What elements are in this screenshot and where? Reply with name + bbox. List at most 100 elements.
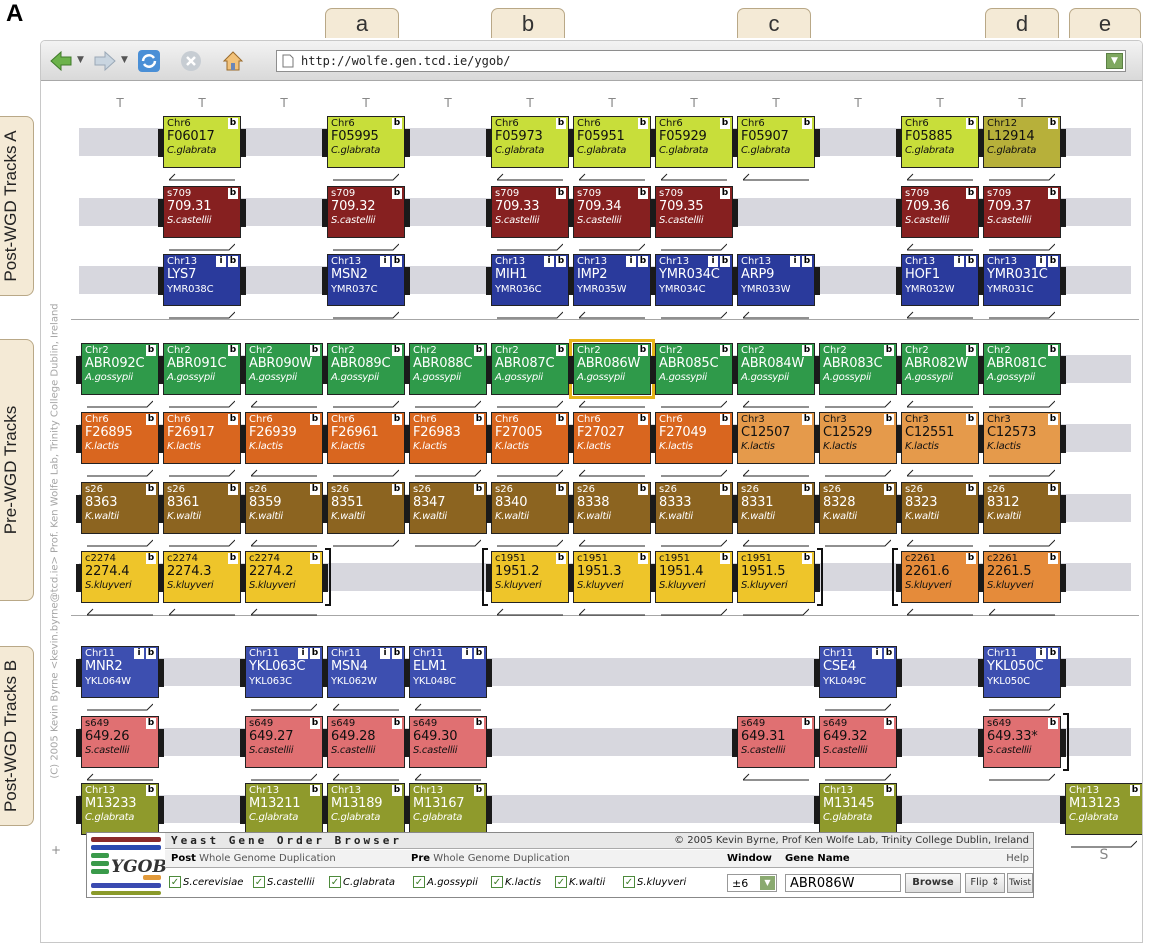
gene-tag-b[interactable]: b xyxy=(310,345,320,356)
gene-tag-b[interactable]: b xyxy=(556,345,566,356)
gene-box[interactable]: s649 649.31 S.castellii b xyxy=(732,716,820,768)
gene-tag-b[interactable]: b xyxy=(228,553,238,564)
gene-box[interactable]: Chr6 F05995 C.glabrata b xyxy=(322,116,410,168)
checkbox-post-species-1[interactable]: ✓ S.castellii xyxy=(253,876,315,888)
gene-box[interactable]: Chr11 CSE4 YKL049C i b xyxy=(814,646,902,698)
gene-box[interactable]: Chr2 ABR092C A.gossypii b xyxy=(76,343,164,395)
gene-tag-b[interactable]: b xyxy=(638,345,648,356)
gene-tag-b[interactable]: b xyxy=(966,118,976,129)
gene-tag-b[interactable]: b xyxy=(1048,118,1058,129)
gene-box[interactable]: s26 8361 K.waltii b xyxy=(158,482,246,534)
gene-box[interactable]: Chr6 F05885 C.glabrata b xyxy=(896,116,984,168)
gene-box[interactable]: s709 709.35 S.castellii b xyxy=(650,186,738,238)
checkbox-post-species-2[interactable]: ✓ C.glabrata xyxy=(329,876,395,888)
gene-box[interactable]: s26 8351 K.waltii b xyxy=(322,482,410,534)
gene-tag-b[interactable]: b xyxy=(556,414,566,425)
gene-tag-b[interactable]: b xyxy=(556,553,566,564)
url-bar[interactable]: http://wolfe.gen.tcd.ie/ygob/ ▼ xyxy=(276,50,1126,72)
gene-tag-b[interactable]: b xyxy=(884,648,894,659)
gene-tag-b[interactable]: b xyxy=(228,414,238,425)
gene-box[interactable]: s709 709.36 S.castellii b xyxy=(896,186,984,238)
gene-box[interactable]: Chr13 M13233 C.glabrata b xyxy=(76,783,164,835)
gene-box[interactable]: s26 8328 K.waltii b xyxy=(814,482,902,534)
gene-box[interactable]: Chr13 IMP2 YMR035W i b xyxy=(568,254,656,306)
gene-box[interactable]: Chr11 MNR2 YKL064W i b xyxy=(76,646,164,698)
gene-tag-b[interactable]: b xyxy=(720,118,730,129)
gene-box[interactable]: Chr13 M13123 C.glabrata b xyxy=(1060,783,1142,835)
gene-box[interactable]: Chr11 YKL050C YKL050C i b xyxy=(978,646,1066,698)
gene-box[interactable]: Chr6 F05951 C.glabrata b xyxy=(568,116,656,168)
help-link[interactable]: Help xyxy=(1006,853,1029,864)
gene-tag-i[interactable]: i xyxy=(708,256,718,267)
gene-tag-b[interactable]: b xyxy=(556,188,566,199)
gene-tag-i[interactable]: i xyxy=(790,256,800,267)
reload-icon[interactable] xyxy=(137,49,161,73)
gene-tag-b[interactable]: b xyxy=(146,553,156,564)
gene-tag-b[interactable]: b xyxy=(720,484,730,495)
gene-tag-b[interactable]: b xyxy=(310,553,320,564)
gene-tag-b[interactable]: b xyxy=(228,345,238,356)
gene-box[interactable]: Chr13 M13211 C.glabrata b xyxy=(240,783,328,835)
gene-box[interactable]: Chr2 ABR086W A.gossypii b xyxy=(568,339,656,399)
window-select[interactable]: ±6 ▼ xyxy=(727,874,777,892)
gene-tag-b[interactable]: b xyxy=(474,345,484,356)
gene-box[interactable]: Chr6 F05929 C.glabrata b xyxy=(650,116,738,168)
gene-tag-b[interactable]: b xyxy=(884,345,894,356)
gene-box[interactable]: Chr13 M13145 C.glabrata b xyxy=(814,783,902,835)
gene-box[interactable]: s649 649.30 S.castellii b xyxy=(404,716,492,768)
gene-tag-b[interactable]: b xyxy=(966,484,976,495)
gene-tag-i[interactable]: i xyxy=(626,256,636,267)
gene-tag-b[interactable]: b xyxy=(1048,188,1058,199)
stop-icon[interactable] xyxy=(179,49,203,73)
gene-tag-i[interactable]: i xyxy=(954,256,964,267)
gene-tag-b[interactable]: b xyxy=(146,484,156,495)
gene-tag-b[interactable]: b xyxy=(392,718,402,729)
gene-box[interactable]: Chr3 C12529 K.lactis b xyxy=(814,412,902,464)
gene-box[interactable]: Chr2 ABR082W A.gossypii b xyxy=(896,343,984,395)
url-dropdown-icon[interactable]: ▼ xyxy=(1106,53,1123,69)
gene-tag-b[interactable]: b xyxy=(310,414,320,425)
gene-tag-b[interactable]: b xyxy=(802,345,812,356)
gene-tag-b[interactable]: b xyxy=(720,414,730,425)
gene-tag-b[interactable]: b xyxy=(146,785,156,796)
gene-tag-b[interactable]: b xyxy=(310,484,320,495)
gene-tag-b[interactable]: b xyxy=(802,484,812,495)
gene-tag-b[interactable]: b xyxy=(802,118,812,129)
gene-tag-b[interactable]: b xyxy=(966,188,976,199)
browse-button[interactable]: Browse xyxy=(905,873,961,893)
gene-box[interactable]: Chr13 M13167 C.glabrata b xyxy=(404,783,492,835)
forward-dropdown-icon[interactable]: ▼ xyxy=(121,55,128,65)
gene-tag-b[interactable]: b xyxy=(720,345,730,356)
gene-tag-b[interactable]: b xyxy=(474,648,484,659)
gene-box[interactable]: s26 8359 K.waltii b xyxy=(240,482,328,534)
gene-tag-b[interactable]: b xyxy=(966,256,976,267)
gene-tag-b[interactable]: b xyxy=(146,345,156,356)
gene-box[interactable]: c1951 1951.2 S.kluyveri b xyxy=(486,551,574,603)
gene-box[interactable]: Chr13 HOF1 YMR032W i b xyxy=(896,254,984,306)
gene-tag-b[interactable]: b xyxy=(638,553,648,564)
gene-box[interactable]: Chr6 F27027 K.lactis b xyxy=(568,412,656,464)
plus-icon[interactable]: + xyxy=(41,843,71,857)
gene-box[interactable]: c2274 2274.3 S.kluyveri b xyxy=(158,551,246,603)
home-icon[interactable] xyxy=(221,49,245,73)
gene-tag-b[interactable]: b xyxy=(228,118,238,129)
gene-box[interactable]: s26 8363 K.waltii b xyxy=(76,482,164,534)
checkbox-post-species-0[interactable]: ✓ S.cerevisiae xyxy=(169,876,243,888)
gene-tag-b[interactable]: b xyxy=(474,785,484,796)
gene-tag-i[interactable]: i xyxy=(216,256,226,267)
gene-box[interactable]: s649 649.28 S.castellii b xyxy=(322,716,410,768)
gene-tag-b[interactable]: b xyxy=(228,256,238,267)
gene-box[interactable]: Chr13 M13189 C.glabrata b xyxy=(322,783,410,835)
gene-tag-i[interactable]: i xyxy=(380,256,390,267)
gene-tag-b[interactable]: b xyxy=(146,414,156,425)
gene-tag-b[interactable]: b xyxy=(228,484,238,495)
back-arrow-icon[interactable] xyxy=(49,49,73,73)
gene-box[interactable]: s709 709.33 S.castellii b xyxy=(486,186,574,238)
gene-tag-b[interactable]: b xyxy=(802,718,812,729)
gene-box[interactable]: Chr11 YKL063C YKL063C i b xyxy=(240,646,328,698)
gene-box[interactable]: Chr3 C12573 K.lactis b xyxy=(978,412,1066,464)
gene-tag-i[interactable]: i xyxy=(1036,648,1046,659)
gene-box[interactable]: Chr6 F26983 K.lactis b xyxy=(404,412,492,464)
gene-tag-b[interactable]: b xyxy=(638,414,648,425)
gene-box[interactable]: Chr13 LYS7 YMR038C i b xyxy=(158,254,246,306)
